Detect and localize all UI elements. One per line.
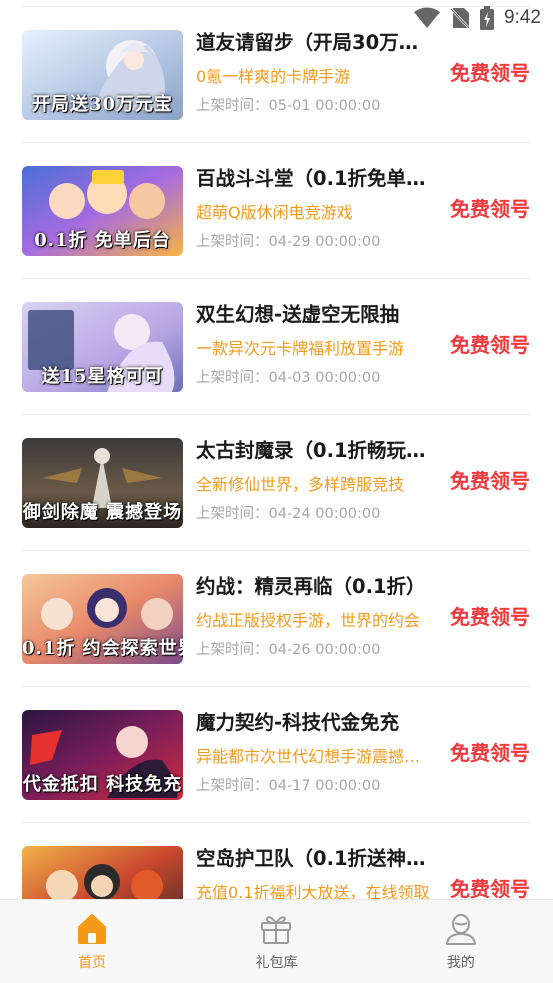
tab-gift-library[interactable]: 礼包库 xyxy=(184,900,368,983)
game-item[interactable]: 送15星格可可 双生幻想-送虚空无限抽 一款异次元卡牌福利放置手游 上架时间：0… xyxy=(0,279,553,415)
game-item[interactable]: 御剑除魔 震撼登场 太古封魔录（0.1折畅玩版） 全新修仙世界，多样跨服竞技 上… xyxy=(0,415,553,551)
game-thumbnail[interactable]: 开局送30万元宝 xyxy=(22,30,183,120)
thumbnail-caption: 开局送30万元宝 xyxy=(31,94,174,115)
game-title[interactable]: 双生幻想-送虚空无限抽 xyxy=(196,301,436,329)
battery-charging-icon xyxy=(480,6,495,30)
game-thumbnail[interactable]: 送15星格可可 xyxy=(22,302,183,392)
game-subtitle: 一款异次元卡牌福利放置手游 xyxy=(196,339,405,358)
thumbnail-caption: 御剑除魔 震撼登场 xyxy=(22,502,183,523)
release-date: 上架时间：04-26 00:00:00 xyxy=(196,642,381,658)
thumbnail-caption: 代金抵扣 科技免充 xyxy=(22,774,183,795)
status-time: 9:42 xyxy=(504,7,541,28)
game-thumbnail[interactable]: 代金抵扣 科技免充 xyxy=(22,710,183,800)
claim-account-button[interactable]: 免费领号 xyxy=(450,603,530,631)
thumbnail-caption: 送15星格可可 xyxy=(41,366,164,387)
game-thumbnail[interactable]: 0.1折 免单后台 xyxy=(22,166,183,256)
user-icon xyxy=(445,914,476,945)
game-item[interactable]: 代金抵扣 科技免充 魔力契约-科技代金免充 异能都市次世代幻想手游震撼来袭 上架… xyxy=(0,687,553,823)
claim-account-button[interactable]: 免费领号 xyxy=(450,467,530,495)
game-subtitle: 充值0.1折福利大放送，在线领取 xyxy=(196,883,430,899)
claim-account-button[interactable]: 免费领号 xyxy=(450,739,530,767)
game-subtitle: 超萌Q版休闲电竞游戏 xyxy=(196,203,353,222)
home-icon xyxy=(78,914,107,944)
no-sim-icon xyxy=(450,8,470,29)
release-date: 上架时间：04-24 00:00:00 xyxy=(196,506,381,522)
game-thumbnail[interactable]: 0.1折 约会探索世界 xyxy=(22,574,183,664)
claim-account-button[interactable]: 免费领号 xyxy=(450,59,530,87)
release-date: 上架时间：04-17 00:00:00 xyxy=(196,778,381,794)
tab-home[interactable]: 首页 xyxy=(0,900,184,983)
game-subtitle: 全新修仙世界，多样跨服竞技 xyxy=(196,475,405,494)
tab-label: 首页 xyxy=(78,955,107,971)
tab-label: 我的 xyxy=(446,955,475,971)
game-item[interactable]: 0.1折 免单后台 百战斗斗堂（0.1折免单后台） 超萌Q版休闲电竞游戏 上架时… xyxy=(0,143,553,279)
thumbnail-caption: 0.1折 约会探索世界 xyxy=(22,638,183,659)
game-title[interactable]: 约战：精灵再临（0.1折） xyxy=(196,573,436,601)
game-title[interactable]: 空岛护卫队（0.1折送神将） xyxy=(196,845,436,873)
game-item[interactable]: 0.1折 约会探索世界 约战：精灵再临（0.1折） 约战正版授权手游，世界的约会… xyxy=(0,551,553,687)
game-title[interactable]: 太古封魔录（0.1折畅玩版） xyxy=(196,437,436,465)
wifi-icon xyxy=(414,7,441,28)
release-date: 上架时间：04-29 00:00:00 xyxy=(196,234,381,250)
game-title[interactable]: 魔力契约-科技代金免充 xyxy=(196,709,436,737)
game-thumbnail[interactable]: 御剑除魔 震撼登场 xyxy=(22,438,183,528)
tab-mine[interactable]: 我的 xyxy=(369,900,553,983)
status-bar: 9:42 xyxy=(0,0,553,36)
tab-label: 礼包库 xyxy=(255,955,298,971)
release-date: 上架时间：05-01 00:00:00 xyxy=(196,98,381,114)
game-title[interactable]: 百战斗斗堂（0.1折免单后台） xyxy=(196,165,436,193)
claim-account-button[interactable]: 免费领号 xyxy=(450,875,530,899)
release-date: 上架时间：04-03 00:00:00 xyxy=(196,370,381,386)
game-subtitle: 约战正版授权手游，世界的约会 xyxy=(196,611,421,630)
game-list: 开局送30万元宝 道友请留步（开局30万仙玉） 0氪一样爽的卡牌手游 上架时间：… xyxy=(0,0,553,899)
game-thumbnail[interactable] xyxy=(22,846,183,899)
game-subtitle: 异能都市次世代幻想手游震撼来袭 xyxy=(196,747,432,766)
bottom-tab-bar: 首页 礼包库 我的 xyxy=(0,899,553,983)
game-item[interactable]: 空岛护卫队（0.1折送神将） 充值0.1折福利大放送，在线领取 免费领号 xyxy=(0,823,553,899)
game-subtitle: 0氪一样爽的卡牌手游 xyxy=(196,67,351,86)
claim-account-button[interactable]: 免费领号 xyxy=(450,331,530,359)
claim-account-button[interactable]: 免费领号 xyxy=(450,195,530,223)
thumbnail-caption: 0.1折 免单后台 xyxy=(34,230,171,251)
gift-icon xyxy=(261,916,292,944)
